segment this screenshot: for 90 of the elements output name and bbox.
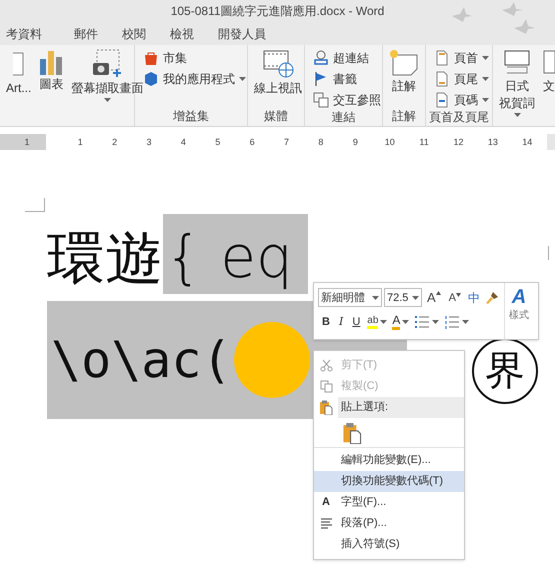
ruler-number: 14	[522, 136, 532, 149]
scissors-icon	[320, 359, 332, 372]
cross-reference-icon	[313, 92, 329, 108]
copy-icon	[320, 380, 332, 393]
group-label: 增益集	[172, 108, 210, 125]
camera-icon	[91, 49, 124, 79]
ribbon-button[interactable]: 註解	[387, 49, 421, 94]
ribbon-button[interactable]: 超連結	[313, 49, 381, 67]
menu-item[interactable]: 編輯功能變數(E)...	[314, 450, 464, 471]
ribbon-button[interactable]: 螢幕擷取畫面	[69, 49, 146, 102]
grow-font-button[interactable]: A	[424, 288, 444, 308]
crop-mark	[25, 198, 45, 212]
video-globe-icon	[262, 49, 294, 79]
ruler-number: 5	[215, 136, 220, 149]
font-dropdown[interactable]: 新細明體	[318, 288, 382, 308]
ribbon-button[interactable]: 線上視訊	[252, 49, 304, 96]
styles-button[interactable]: A 樣式	[505, 283, 534, 339]
page-icon	[434, 92, 450, 108]
phonetic-guide-button[interactable]: 中	[466, 288, 482, 307]
font-size-dropdown[interactable]: 72.5	[384, 288, 422, 308]
ribbon-tab[interactable]: 檢視	[158, 22, 206, 45]
link-icon	[313, 50, 329, 66]
bar-chart-icon	[39, 49, 64, 75]
shopping-bag-icon	[143, 50, 159, 66]
page-icon	[434, 71, 450, 87]
menu-item[interactable]: A 字型(F)...	[314, 492, 464, 513]
caret-icon	[432, 320, 440, 324]
menu-header: 貼上選項:	[338, 397, 464, 418]
ruler-number: 12	[453, 136, 464, 149]
ruler-number: 3	[146, 136, 152, 149]
ribbon-tab[interactable]: 考資料	[0, 22, 62, 45]
shrink-font-button[interactable]: A	[446, 290, 464, 306]
menu-item[interactable]: 段落(P)...	[314, 513, 464, 534]
caret-icon	[380, 320, 388, 324]
ribbon-tab[interactable]: 郵件	[62, 22, 110, 45]
italic-button[interactable]: I	[334, 314, 348, 330]
group-label: 頁首及頁尾	[428, 109, 490, 126]
caret-icon	[412, 296, 419, 300]
ribbon-tab[interactable]: 開發人員	[206, 22, 278, 45]
ruler-number: 1	[78, 136, 83, 149]
clipboard-icon	[319, 400, 333, 415]
field-code-text: { eq	[163, 214, 308, 294]
ruler-number: 13	[488, 136, 498, 149]
ribbon-button[interactable]: 頁尾	[434, 70, 489, 88]
ribbon-tab[interactable]: 校閱	[110, 22, 158, 45]
menu-item[interactable]: 插入符號(S)	[314, 534, 464, 555]
ruler-number: 9	[352, 136, 358, 149]
paste-option-button[interactable]	[341, 420, 363, 444]
paragraph-icon	[320, 518, 332, 530]
bold-button[interactable]: B	[318, 314, 334, 330]
field-code-text: \o\ac(	[51, 330, 232, 390]
ruler-number: 10	[384, 136, 395, 149]
window-title: 105-0811圖繞字元進階應用.docx - Word	[170, 3, 384, 20]
ruler-number: 1	[23, 136, 30, 149]
menu-item[interactable]: 切換功能變數代碼(T)	[314, 471, 464, 492]
down-triangle-icon	[456, 292, 462, 296]
ribbon-button[interactable]: 我的應用程式	[143, 70, 246, 88]
group-label: 媒體	[263, 108, 289, 125]
up-triangle-icon	[436, 291, 441, 295]
document-text: 環遊	[47, 225, 163, 293]
ribbon-button[interactable]: 交互參照	[313, 91, 381, 109]
underline-button[interactable]: U	[348, 314, 364, 330]
group-label: 註解	[391, 108, 417, 125]
ruler-number: 2	[112, 136, 118, 149]
ruler-number: 11	[419, 136, 429, 149]
ribbon-button[interactable]: 頁首	[434, 49, 489, 67]
ruler-number: 6	[250, 136, 255, 149]
ruler-number: 8	[318, 136, 324, 149]
ribbon-button[interactable]: 文	[541, 49, 555, 117]
bullets-button[interactable]	[412, 314, 442, 329]
crop-mark	[548, 246, 549, 260]
ruler-number: 7	[284, 136, 290, 149]
ribbon-button[interactable]: 頁碼	[434, 91, 489, 109]
format-painter-icon[interactable]	[484, 290, 500, 306]
ribbon-button[interactable]: 市集	[143, 49, 246, 67]
ribbon-button[interactable]: 書籤	[313, 70, 381, 88]
caret-icon	[462, 320, 470, 324]
cube-icon	[143, 71, 159, 87]
comment-icon	[389, 49, 419, 77]
caret-icon	[402, 320, 410, 324]
page-icon	[434, 50, 450, 66]
clipboard-icon	[342, 422, 362, 444]
highlight-button[interactable]: ab	[365, 314, 390, 329]
group-label: 連結	[330, 109, 356, 126]
ribbon-button[interactable]: 圖表	[37, 49, 66, 102]
ribbon-button[interactable]: Art...	[4, 49, 34, 102]
font-glyph: A	[322, 495, 330, 510]
ribbon-button[interactable]: 日式 祝賀詞	[497, 49, 537, 117]
font-color-button[interactable]: A	[390, 314, 412, 330]
ruler-number: 4	[180, 136, 186, 149]
